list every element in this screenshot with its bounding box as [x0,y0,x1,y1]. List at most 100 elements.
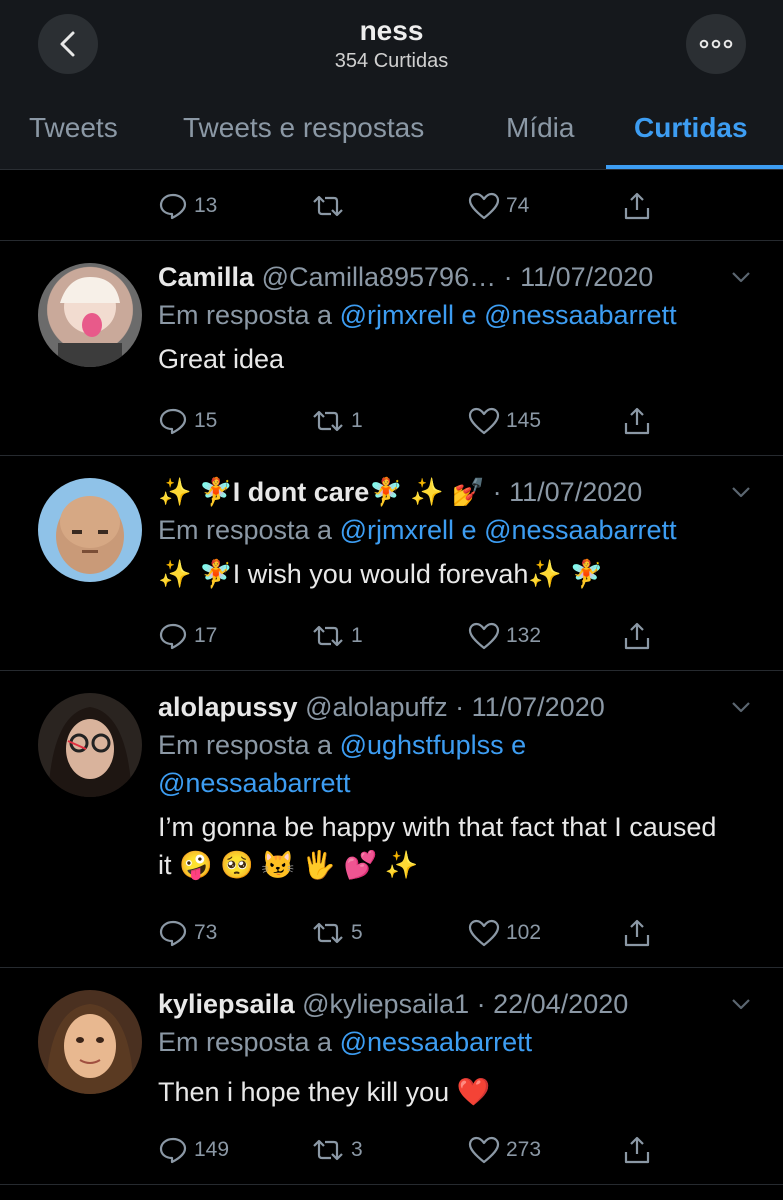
tweet-header: ✨ 🧚I dont care🧚 ✨ 💅 · 11/07/2020 [158,473,749,511]
more-button[interactable] [686,14,746,74]
retweet-button[interactable]: 1 [311,616,363,656]
tweet-partial[interactable]: 13 74 [0,170,783,241]
active-tab-indicator [606,165,783,169]
avatar-image [48,707,132,797]
mention-link[interactable]: @nessaabarrett [484,300,677,330]
share-button[interactable] [622,401,658,441]
retweet-icon [313,625,343,647]
like-button[interactable]: 102 [468,913,541,953]
like-count: 145 [506,409,542,432]
mention-link[interactable]: @nessaabarrett [340,1027,533,1057]
tweet-date: · 22/04/2020 [476,989,629,1019]
chevron-down-icon[interactable] [729,695,753,719]
tweet-actions: 13 74 [158,186,678,226]
retweet-button[interactable]: 1 [311,401,363,441]
more-dots-icon [699,39,733,49]
user-handle[interactable]: @Camilla895796… [262,262,497,292]
avatar-image [46,1004,134,1094]
like-count: 273 [506,1138,542,1161]
reply-button[interactable]: 73 [158,913,217,953]
tab-likes[interactable]: Curtidas [634,85,748,169]
retweet-button[interactable] [311,186,351,226]
tweet-content: ✨ 🧚I dont care🧚 ✨ 💅 · 11/07/2020 Em resp… [158,473,749,593]
like-count: 102 [506,921,542,944]
share-icon [624,407,650,435]
retweet-icon [313,195,343,217]
tab-media[interactable]: Mídia [506,85,574,169]
avatar[interactable] [38,263,142,367]
chevron-down-icon[interactable] [729,480,753,504]
mention-link[interactable]: @nessaabarrett [484,515,677,545]
retweet-button[interactable]: 3 [311,1130,363,1170]
retweet-count: 1 [351,409,363,432]
tweet-actions: 73 5 102 [158,913,678,953]
tweet[interactable]: ✨ 🧚I dont care🧚 ✨ 💅 · 11/07/2020 Em resp… [0,456,783,671]
reply-prefix: Em resposta a [158,300,333,330]
tweet-text: ✨ 🧚I wish you would forevah✨ 🧚 [158,559,604,589]
profile-header: ness 354 Curtidas [0,0,783,85]
like-button[interactable]: 132 [468,616,541,656]
like-heart-icon [468,919,500,947]
tweet-actions: 17 1 132 [158,616,678,656]
reply-count: 73 [194,921,218,944]
tweet-actions: 149 3 273 [158,1130,678,1170]
avatar-image [58,277,122,367]
avatar[interactable] [38,693,142,797]
tweet[interactable]: alolapussy @alolapuffz · 11/07/2020 Em r… [0,671,783,968]
mention-link[interactable]: @rjmxrell [340,515,454,545]
retweet-count: 1 [351,624,363,647]
chevron-down-icon[interactable] [729,992,753,1016]
reply-button[interactable]: 15 [158,401,217,441]
chevron-down-icon[interactable] [729,265,753,289]
tab-tweets-replies[interactable]: Tweets e respostas [183,85,424,169]
share-button[interactable] [622,913,658,953]
mention-conjunction: e [461,300,477,330]
user-handle[interactable]: @alolapuffz [305,692,448,722]
mention-link[interactable]: @nessaabarrett [158,768,351,798]
tweet-actions: 15 1 145 [158,401,678,441]
share-button[interactable] [622,1130,658,1170]
tweet-date: · 11/07/2020 [503,262,654,292]
display-name[interactable]: kyliepsaila [158,989,295,1019]
share-button[interactable] [622,616,658,656]
tweet[interactable]: kyliepsaila @kyliepsaila1 · 22/04/2020 E… [0,968,783,1185]
tweet-header: alolapussy @alolapuffz · 11/07/2020 [158,688,749,726]
avatar[interactable] [38,990,142,1094]
tweet-text: Then i hope they kill you ❤️ [158,1077,491,1107]
user-handle[interactable]: @kyliepsaila1 [302,989,469,1019]
display-name[interactable]: ✨ 🧚I dont care🧚 ✨ 💅 [158,477,485,507]
mention-conjunction: e [461,515,477,545]
profile-tabs: Tweets Tweets e respostas Mídia Curtidas [0,85,783,170]
retweet-count: 5 [351,921,363,944]
like-button[interactable]: 145 [468,401,541,441]
reply-context: Em resposta a @ughstfuplss e @nessaabarr… [158,726,749,802]
avatar[interactable] [38,478,142,582]
like-heart-icon [468,192,500,220]
reply-count: 15 [194,409,218,432]
display-name[interactable]: alolapussy [158,692,298,722]
reply-context: Em resposta a @rjmxrell e @nessaabarrett [158,296,749,334]
display-name[interactable]: Camilla [158,262,254,292]
tweet-header: kyliepsaila @kyliepsaila1 · 22/04/2020 [158,985,749,1023]
reply-icon [159,193,187,220]
reply-button[interactable]: 17 [158,616,217,656]
reply-count: 13 [194,194,218,217]
retweet-icon [313,410,343,432]
like-button[interactable]: 273 [468,1130,541,1170]
mention-link[interactable]: @rjmxrell [340,300,454,330]
reply-button[interactable]: 149 [158,1130,229,1170]
reply-context: Em resposta a @nessaabarrett [158,1023,749,1061]
like-button[interactable]: 74 [468,186,529,226]
retweet-button[interactable]: 5 [311,913,363,953]
page-title: ness [359,15,424,46]
tab-tweets[interactable]: Tweets [29,85,118,169]
tweet[interactable]: Camilla @Camilla895796… · 11/07/2020 Em … [0,241,783,456]
like-count: 132 [506,624,542,647]
mention-link[interactable]: @ughstfuplss [340,730,504,760]
share-icon [624,622,650,650]
reply-button[interactable]: 13 [158,186,217,226]
retweet-count: 3 [351,1138,363,1161]
tweet-text: I’m gonna be happy with that fact that I… [158,812,717,880]
reply-prefix: Em resposta a [158,1027,333,1057]
share-button[interactable] [622,186,658,226]
